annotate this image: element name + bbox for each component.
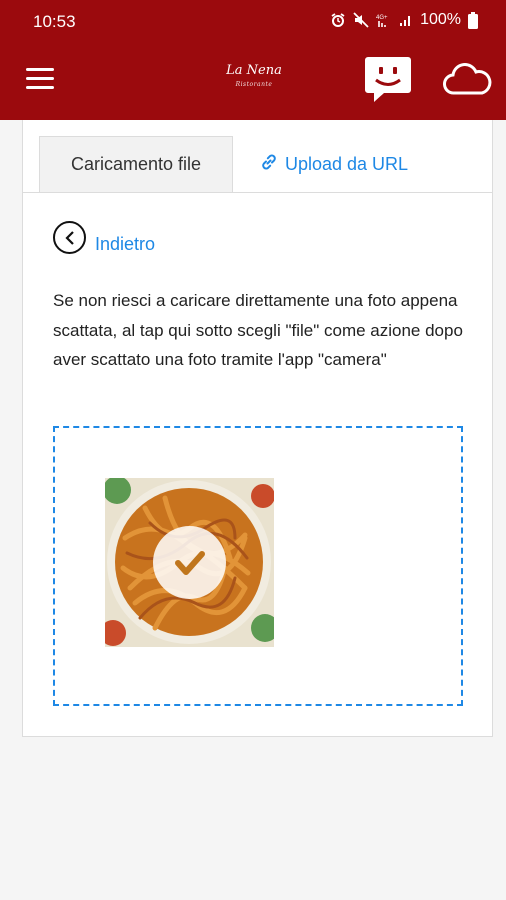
battery-icon	[468, 11, 478, 29]
menu-icon[interactable]	[26, 68, 54, 92]
battery-percent: 100%	[420, 11, 461, 28]
chevron-left-icon	[53, 221, 86, 254]
link-icon	[259, 152, 279, 177]
upload-instructions: Se non riesci a caricare direttamente un…	[53, 291, 463, 369]
upload-tabs: Caricamento file Upload da URL	[23, 120, 492, 193]
back-label: Indietro	[95, 234, 156, 254]
mute-icon	[353, 12, 369, 28]
signal-icon	[399, 13, 413, 27]
back-button[interactable]: Indietro	[53, 220, 155, 255]
status-time: 10:53	[33, 12, 76, 31]
app-header: 10:53 4G+ 100% La Nena Ristorante	[0, 0, 506, 120]
logo-text: La Nena	[226, 63, 282, 78]
logo-tagline: Ristorante	[235, 81, 273, 88]
status-icons: 4G+ 100%	[330, 11, 478, 29]
tab-url-upload[interactable]: Upload da URL	[251, 136, 416, 192]
upload-card: Caricamento file Upload da URL Indietro …	[22, 120, 493, 737]
svg-text:4G+: 4G+	[376, 15, 388, 21]
uploaded-photo-thumbnail[interactable]	[105, 478, 274, 647]
status-bar: 10:53 4G+ 100%	[0, 0, 506, 46]
cloud-icon[interactable]	[442, 62, 492, 96]
tab-file-upload-label: Caricamento file	[70, 154, 202, 174]
check-icon	[153, 526, 226, 599]
file-dropzone[interactable]	[53, 426, 463, 706]
tab-file-upload[interactable]: Caricamento file	[39, 136, 233, 192]
brand-logo[interactable]: La Nena Ristorante	[206, 64, 302, 92]
alarm-icon	[330, 12, 346, 28]
tab-url-upload-label: Upload da URL	[284, 153, 409, 174]
app-bar: La Nena Ristorante	[0, 46, 506, 120]
network-type-icon: 4G+	[376, 12, 392, 28]
chat-smiley-icon[interactable]	[364, 55, 412, 105]
